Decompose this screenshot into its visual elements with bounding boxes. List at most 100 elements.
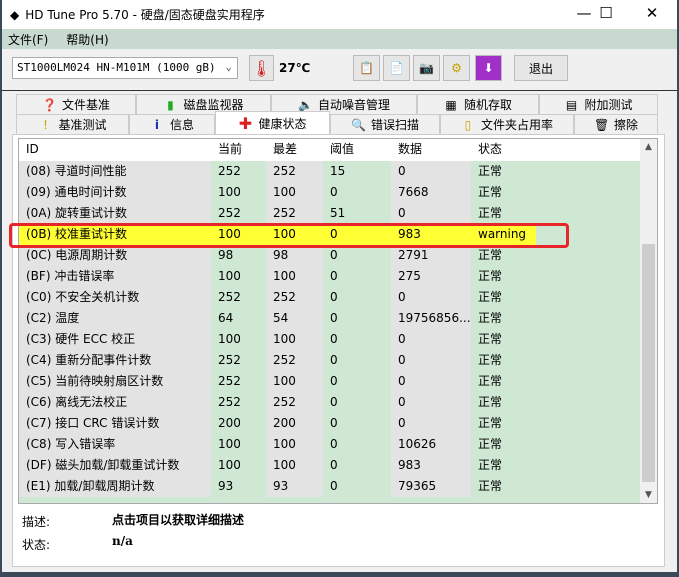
- cell-threshold: 0: [323, 434, 391, 455]
- scroll-down-icon[interactable]: ▼: [640, 487, 657, 503]
- tab-file-benchmark[interactable]: ❓ 文件基准: [16, 94, 136, 114]
- col-current[interactable]: 当前: [211, 139, 266, 161]
- tab-info[interactable]: i 信息: [129, 114, 215, 134]
- tab-error-scan[interactable]: 🔍 错误扫描: [330, 114, 440, 134]
- cell-id: (C0) 不安全关机计数: [19, 287, 211, 308]
- cell-data: 275: [391, 266, 471, 287]
- cell-data: 0: [391, 371, 471, 392]
- vertical-scrollbar[interactable]: ▲ ▼: [640, 139, 657, 503]
- tab-erase[interactable]: 🗑 擦除: [574, 114, 658, 134]
- cell-status: 正常: [471, 161, 536, 182]
- tab-label: 错误扫描: [370, 118, 419, 132]
- cell-id: (DF) 磁头加载/卸载重试计数: [19, 455, 211, 476]
- cell-id: (C5) 当前待映射扇区计数: [19, 371, 211, 392]
- table-row[interactable]: (0C) 电源周期计数 98 98 0 2791 正常: [19, 245, 641, 266]
- table-row[interactable]: (DF) 磁头加载/卸载重试计数 100 100 0 983 正常: [19, 455, 641, 476]
- calculator-icon: ▤: [565, 97, 578, 112]
- cell-current: 100: [211, 266, 266, 287]
- row-filler: [536, 476, 641, 497]
- cell-worst: 252: [266, 203, 323, 224]
- col-id[interactable]: ID: [19, 139, 211, 161]
- menu-file[interactable]: 文件(F): [8, 31, 48, 48]
- table-row[interactable]: (C8) 写入错误率 100 100 0 10626 正常: [19, 434, 641, 455]
- cell-data: 19756856...: [391, 308, 471, 329]
- drive-select[interactable]: ST1000LM024 HN-M101M (1000 gB) ⌄: [12, 57, 238, 79]
- scroll-up-icon[interactable]: ▲: [640, 139, 657, 155]
- camera-icon: 📷: [419, 61, 434, 75]
- tab-label: 信息: [169, 118, 194, 132]
- col-threshold[interactable]: 阈值: [323, 139, 391, 161]
- cell-status: 正常: [471, 245, 536, 266]
- cell-current: 93: [211, 476, 266, 497]
- title-bar: ◆ HD Tune Pro 5.70 - 硬盘/固态硬盘实用程序 — ☐ ✕: [2, 0, 677, 29]
- watermark-url: bbs.zol.com.cn: [514, 539, 641, 557]
- description-value: 点击项目以获取详细描述: [112, 513, 245, 527]
- temperature-button[interactable]: 🌡: [249, 55, 274, 81]
- copy-info-button[interactable]: 📋: [353, 55, 380, 81]
- trash-icon: 🗑: [593, 117, 610, 132]
- table-row[interactable]: (08) 寻道时间性能 252 252 15 0 正常: [19, 161, 641, 182]
- table-row[interactable]: (C3) 硬件 ECC 校正 100 100 0 0 正常: [19, 329, 641, 350]
- table-row[interactable]: (E1) 加载/卸载周期计数 93 93 0 79365 正常: [19, 476, 641, 497]
- table-row[interactable]: (0A) 旋转重试计数 252 252 51 0 正常: [19, 203, 641, 224]
- table-row[interactable]: (C2) 温度 64 54 0 19756856... 正常: [19, 308, 641, 329]
- row-filler: [536, 392, 641, 413]
- maximize-button[interactable]: ☐: [586, 4, 626, 22]
- table-row[interactable]: (BF) 冲击错误率 100 100 0 275 正常: [19, 266, 641, 287]
- options-button[interactable]: ⚙: [443, 55, 470, 81]
- tab-benchmark[interactable]: ! 基准测试: [16, 114, 129, 134]
- header-filler: [536, 139, 641, 161]
- tab-folder-usage[interactable]: ▯ 文件夹占用率: [440, 114, 574, 134]
- row-filler: [536, 371, 641, 392]
- zol-logo: Z: [478, 512, 509, 561]
- col-status[interactable]: 状态: [471, 139, 536, 161]
- table-row[interactable]: (C5) 当前待映射扇区计数 252 100 0 0 正常: [19, 371, 641, 392]
- cell-threshold: 0: [323, 266, 391, 287]
- chevron-down-icon: ⌄: [225, 60, 232, 73]
- cell-worst: 252: [266, 287, 323, 308]
- cell-id: (0C) 电源周期计数: [19, 245, 211, 266]
- cell-status: 正常: [471, 371, 536, 392]
- cell-threshold: 0: [323, 245, 391, 266]
- cell-current: 252: [211, 392, 266, 413]
- speaker-icon: 🔈: [297, 97, 313, 112]
- tab-random-access[interactable]: ▦ 随机存取: [417, 94, 539, 114]
- status-value: n/a: [112, 534, 133, 548]
- table-row[interactable]: (09) 通电时间计数 100 100 0 7668 正常: [19, 182, 641, 203]
- table-row[interactable]: (C0) 不安全关机计数 252 252 0 0 正常: [19, 287, 641, 308]
- screenshot-button[interactable]: 📷: [413, 55, 440, 81]
- tab-health[interactable]: ✚ 健康状态: [215, 111, 330, 135]
- tab-extra-tests[interactable]: ▤ 附加测试: [539, 94, 658, 114]
- menu-bar: 文件(F) 帮助(H): [2, 29, 677, 49]
- cell-current: 100: [211, 182, 266, 203]
- col-data[interactable]: 数据: [391, 139, 471, 161]
- cell-threshold: 0: [323, 350, 391, 371]
- close-button[interactable]: ✕: [632, 4, 672, 22]
- info-icon: i: [154, 117, 160, 132]
- copy-image-icon: 📄: [389, 61, 404, 75]
- row-filler: [536, 413, 641, 434]
- table-header: ID 当前 最差 阈值 数据 状态: [19, 139, 641, 161]
- cell-id: (09) 通电时间计数: [19, 182, 211, 203]
- menu-help[interactable]: 帮助(H): [66, 31, 108, 48]
- download-button[interactable]: ⬇: [475, 55, 502, 81]
- cell-status: 正常: [471, 350, 536, 371]
- table-row[interactable]: (C4) 重新分配事件计数 252 252 0 0 正常: [19, 350, 641, 371]
- tab-row-1: ❓ 文件基准 ▮ 磁盘监视器 🔈 自动噪音管理 ▦ 随机存取 ▤ 附加测试: [16, 94, 658, 114]
- description-label: 描述:: [22, 515, 51, 529]
- cell-id: (C2) 温度: [19, 308, 211, 329]
- cell-worst: 100: [266, 371, 323, 392]
- copy-icon: 📋: [359, 61, 374, 75]
- table-row[interactable]: (C7) 接口 CRC 错误计数 200 200 0 0 正常: [19, 413, 641, 434]
- table-row[interactable]: (C6) 离线无法校正 252 252 0 0 正常: [19, 392, 641, 413]
- cell-worst: 100: [266, 182, 323, 203]
- copy-screen-button[interactable]: 📄: [383, 55, 410, 81]
- cell-threshold: 0: [323, 413, 391, 434]
- cell-status: 正常: [471, 476, 536, 497]
- cell-data: 10626: [391, 434, 471, 455]
- thermometer-icon: 🌡: [251, 58, 272, 78]
- col-worst[interactable]: 最差: [266, 139, 323, 161]
- gear-icon: ⚙: [451, 61, 462, 75]
- scrollbar-thumb[interactable]: [642, 244, 655, 482]
- exit-button[interactable]: 退出: [514, 55, 568, 81]
